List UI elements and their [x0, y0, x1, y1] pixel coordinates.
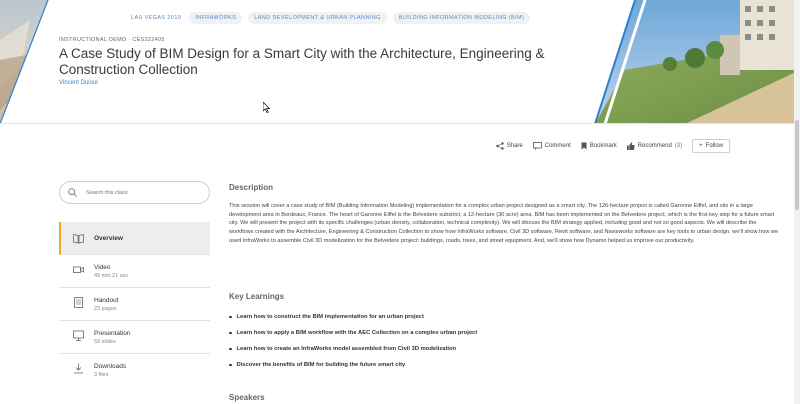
action-bar: Share Comment Bookmark Recommend (3) + F… [496, 139, 730, 153]
class-type-label: Instructional Demo · CES322405 [59, 37, 165, 43]
list-item: Learn how to create an InfraWorks model … [229, 341, 769, 357]
share-button[interactable]: Share [496, 142, 523, 150]
recommend-label: Recommend [637, 143, 672, 149]
book-icon [73, 233, 84, 243]
topic-tag[interactable]: Land Development & Urban Planning [248, 12, 387, 24]
bookmark-label: Bookmark [589, 143, 617, 149]
sidebar-item-meta: 59 slides [94, 339, 116, 345]
class-sidebar-nav: Overview Video 49 min 21 sec Handout 23 … [59, 222, 210, 387]
page-title: A Case Study of BIM Design for a Smart C… [59, 46, 545, 77]
learning-text: Learn how to create an InfraWorks model … [236, 346, 457, 352]
bullet-icon [229, 315, 232, 319]
share-label: Share [506, 143, 523, 149]
list-item: Learn how to apply a BIM workflow with t… [229, 325, 769, 341]
learning-text: Learn how to apply a BIM workflow with t… [236, 330, 478, 336]
sidebar-item-meta: 49 min 21 sec [94, 273, 129, 279]
tag-list: Las Vegas 2019 InfraWorks Land Developme… [129, 12, 531, 24]
sidebar-item-presentation[interactable]: Presentation 59 slides [59, 321, 210, 354]
class-description-section: Description This session will cover a ca… [229, 183, 784, 246]
download-icon [74, 363, 83, 374]
list-item: Learn how to construct the BIM implement… [229, 309, 769, 325]
sidebar-item-label: Video [94, 264, 111, 271]
sidebar-item-handout[interactable]: Handout 23 pages [59, 288, 210, 321]
recommend-count: (3) [674, 143, 683, 149]
speakers-heading: Speakers [229, 393, 265, 402]
bullet-icon [229, 331, 232, 335]
key-learnings-heading: Key Learnings [229, 292, 285, 301]
bullet-icon [229, 347, 232, 351]
event-tag[interactable]: Las Vegas 2019 [129, 12, 183, 24]
class-search[interactable] [59, 181, 210, 204]
presentation-screen-icon [73, 330, 84, 341]
bookmark-button[interactable]: Bookmark [581, 142, 617, 150]
search-input[interactable] [86, 189, 186, 196]
learning-text: Discover the benefits of BIM for buildin… [236, 362, 406, 368]
page-scrollbar[interactable] [794, 0, 800, 404]
author-link[interactable]: Vincent Dulour [59, 80, 98, 86]
thumbs-up-icon [626, 142, 635, 150]
follow-button[interactable]: + Follow [692, 139, 730, 153]
sidebar-item-meta: 3 files [94, 372, 109, 378]
sidebar-item-downloads[interactable]: Downloads 3 files [59, 354, 210, 387]
sidebar-item-video[interactable]: Video 49 min 21 sec [59, 255, 210, 288]
class-hero-banner: Las Vegas 2019 InfraWorks Land Developme… [0, 0, 800, 124]
description-heading: Description [229, 183, 274, 192]
sidebar-item-label: Downloads [94, 363, 127, 370]
learning-text: Learn how to construct the BIM implement… [236, 314, 424, 320]
comment-icon [532, 142, 542, 150]
follow-label: Follow [705, 143, 723, 149]
search-icon [68, 188, 77, 197]
document-icon [74, 297, 83, 308]
scrollbar-thumb[interactable] [795, 120, 799, 210]
description-text: This session will cover a case study of … [229, 203, 779, 244]
recommend-button[interactable]: Recommend (3) [626, 142, 683, 150]
key-learnings-list: Learn how to construct the BIM implement… [229, 309, 769, 373]
sidebar-item-overview[interactable]: Overview [59, 222, 210, 255]
sidebar-item-meta: 23 pages [94, 306, 117, 312]
hero-right-image [594, 0, 800, 123]
bullet-icon [229, 363, 232, 367]
share-icon [496, 142, 504, 150]
mouse-cursor-icon [263, 102, 271, 113]
comment-button[interactable]: Comment [532, 142, 571, 150]
sidebar-item-label: Presentation [94, 330, 131, 337]
comment-label: Comment [544, 143, 571, 149]
sidebar-item-label: Handout [94, 297, 119, 304]
sidebar-item-label: Overview [94, 234, 123, 242]
list-item: Discover the benefits of BIM for buildin… [229, 357, 769, 373]
product-tag[interactable]: InfraWorks [189, 12, 243, 24]
hero-left-image [0, 0, 49, 123]
topic-tag[interactable]: Building Information Modeling (BIM) [392, 12, 531, 24]
video-camera-icon [73, 266, 84, 273]
plus-icon: + [699, 143, 703, 149]
bookmark-icon [581, 142, 587, 150]
